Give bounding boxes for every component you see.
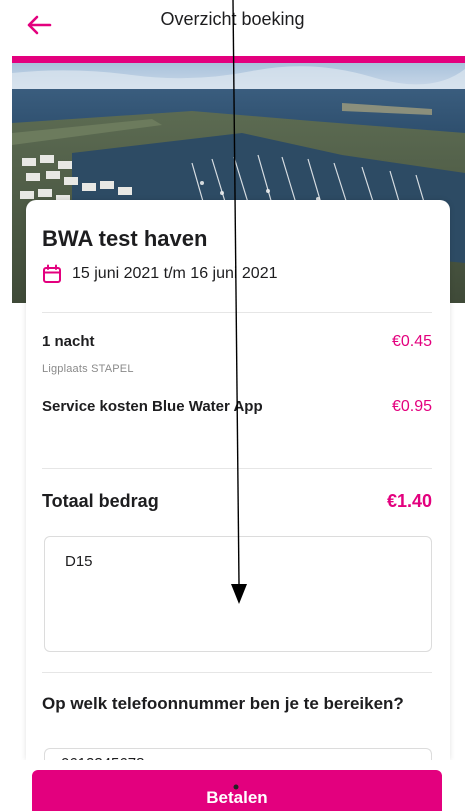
- footer: Betalen: [0, 760, 465, 811]
- line-item-price: €0.95: [391, 398, 432, 415]
- booking-summary-card: BWA test haven 15 juni 2021 t/m 16 juni …: [26, 200, 450, 778]
- divider: [42, 468, 432, 469]
- remarks-input[interactable]: D15: [44, 536, 432, 652]
- total-label: Totaal bedrag: [42, 491, 159, 511]
- page-title: Overzicht boeking: [160, 9, 305, 29]
- date-range: 15 juni 2021 t/m 16 juni 2021: [72, 265, 278, 282]
- line-item-label: 1 nacht: [42, 333, 95, 350]
- line-item-label: Service kosten Blue Water App: [42, 398, 263, 415]
- line-item-sub: Ligplaats STAPEL: [42, 363, 134, 375]
- calendar-icon: [43, 264, 61, 283]
- date-row: 15 juni 2021 t/m 16 juni 2021: [42, 264, 277, 284]
- header: Overzicht boeking: [0, 0, 465, 56]
- header-accent-bar: [12, 56, 465, 63]
- phone-question: Op welk telefoonnummer ben je te bereike…: [42, 694, 404, 713]
- divider: [42, 672, 432, 673]
- pay-button[interactable]: Betalen: [32, 770, 442, 811]
- divider: [42, 312, 432, 313]
- total-price: €1.40: [386, 491, 432, 511]
- line-item-price: €0.45: [391, 333, 432, 350]
- harbor-name: BWA test haven: [42, 226, 208, 251]
